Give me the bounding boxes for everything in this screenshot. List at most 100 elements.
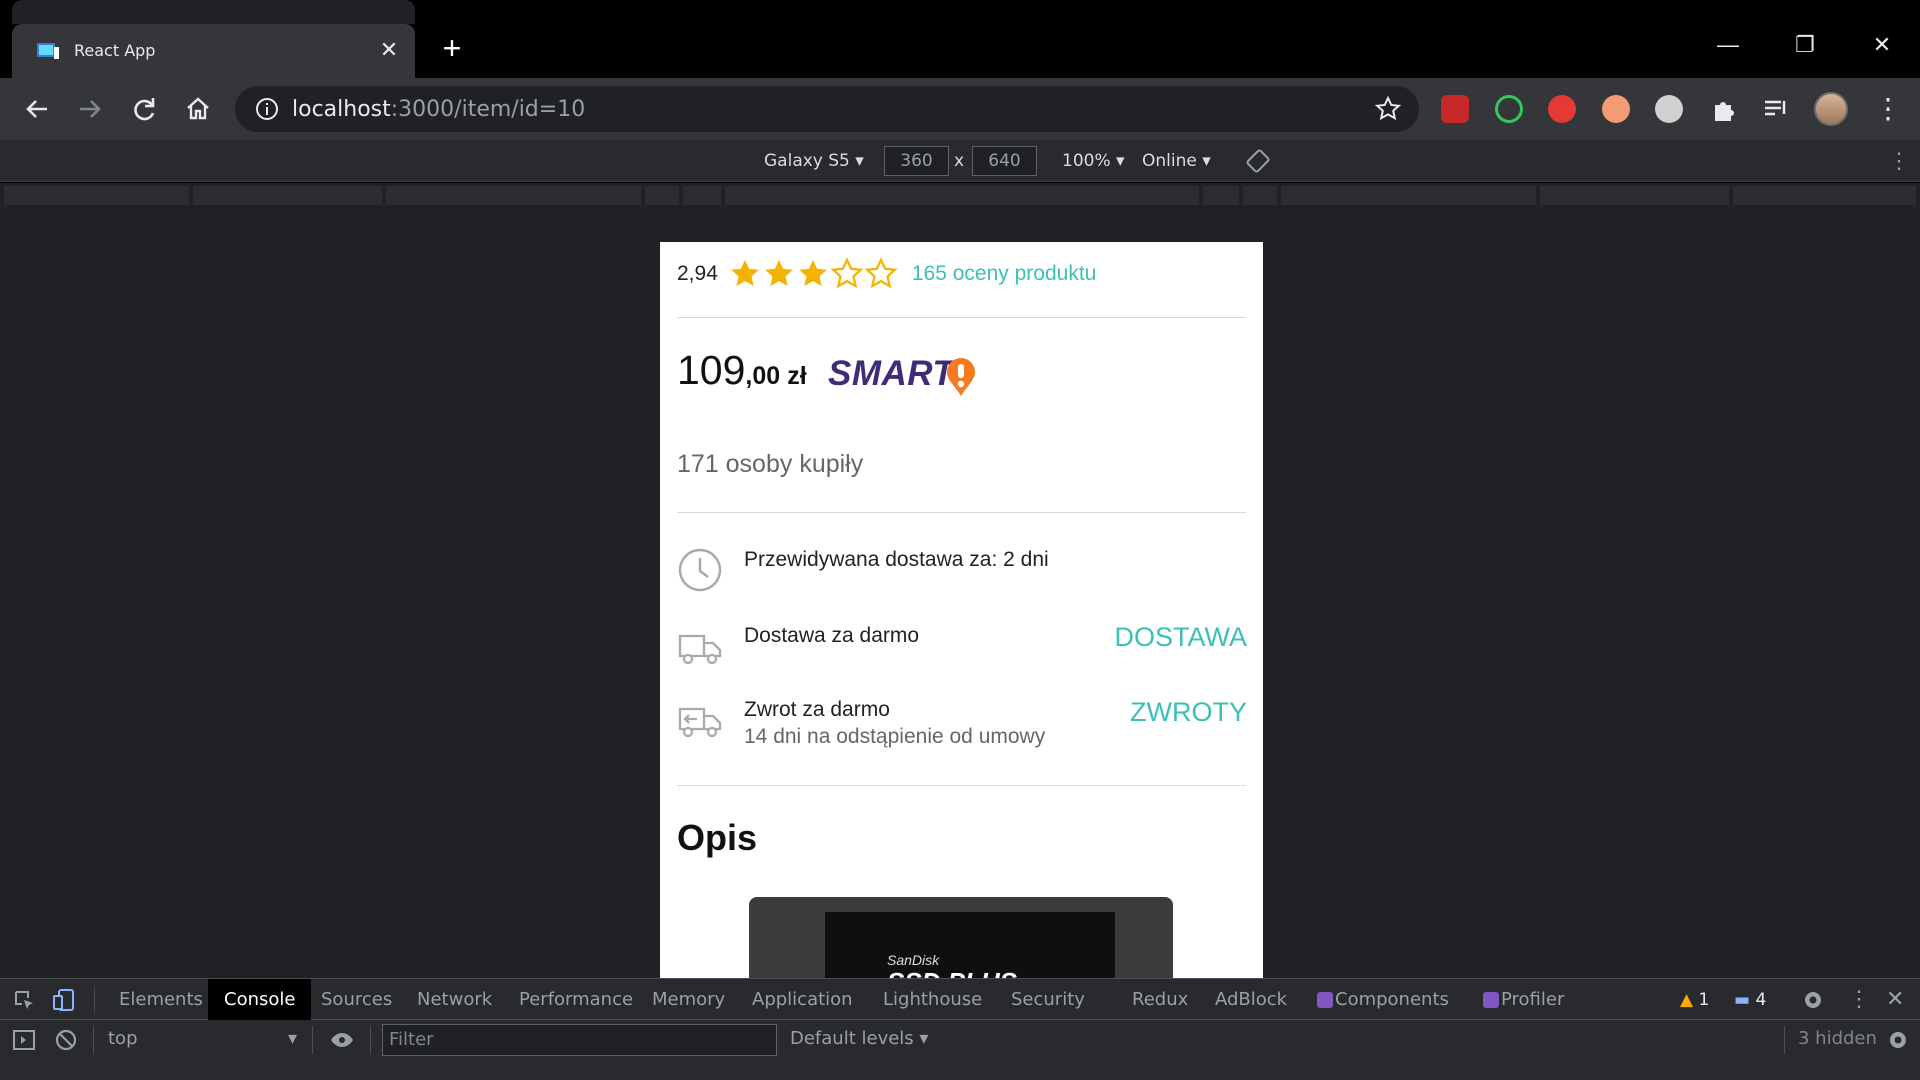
clear-console-icon[interactable] (54, 1028, 78, 1052)
zoom-select[interactable]: 100% ▾ (1062, 151, 1125, 171)
media-query-segment[interactable] (193, 186, 382, 205)
delivery-link[interactable]: DOSTAWA (1115, 622, 1248, 653)
divider (677, 317, 1246, 318)
home-icon[interactable] (182, 93, 214, 125)
media-query-segment[interactable] (645, 186, 679, 205)
address-bar[interactable]: localhost:3000/item/id=10 (235, 86, 1419, 132)
media-query-segment[interactable] (1243, 186, 1277, 205)
wordpress-extension-icon[interactable] (1655, 95, 1683, 123)
devtools-tab-security[interactable]: Security (995, 979, 1101, 1020)
media-query-segment[interactable] (4, 186, 189, 205)
devtools-tab-console[interactable]: Console (208, 979, 312, 1020)
log-levels-select[interactable]: Default levels ▾ (790, 1028, 928, 1049)
devtools-tab-application[interactable]: Application (736, 979, 869, 1020)
devtools-tabbar: Elements Console Sources Network Performance… (0, 979, 1920, 1020)
divider (677, 785, 1246, 786)
separator (1784, 1026, 1785, 1054)
owl-extension-icon[interactable] (1602, 95, 1630, 123)
devtools-tab-elements[interactable]: Elements (103, 979, 219, 1020)
star-filled-icon (798, 259, 827, 287)
free-delivery-label: Dostawa za darmo (744, 624, 920, 647)
close-window-button[interactable]: ✕ (1862, 30, 1902, 60)
media-query-segment[interactable] (1540, 186, 1729, 205)
viewport-height-input[interactable]: 640 (972, 146, 1037, 176)
sidebar-toggle-icon[interactable] (12, 1028, 36, 1052)
devtools-tab-adblock[interactable]: AdBlock (1199, 979, 1303, 1020)
site-info-icon[interactable] (255, 97, 279, 121)
devtools-tab-network[interactable]: Network (401, 979, 508, 1020)
product-model: SSD PLUS (887, 967, 1017, 978)
returns-link[interactable]: ZWROTY (1130, 697, 1247, 728)
url-text[interactable]: localhost:3000/item/id=10 (292, 97, 585, 122)
delivery-estimate: Przewidywana dostawa za: 2 dni (744, 548, 1049, 571)
separator (312, 1026, 313, 1054)
separator (370, 1026, 371, 1054)
devtools-tab-lighthouse[interactable]: Lighthouse (867, 979, 998, 1020)
devtools-menu-icon[interactable]: ⋮ (1848, 986, 1870, 1012)
device-toolbar: Galaxy S5 ▾ 360 x 640 100% ▾ Online ▾ ⋮ (0, 140, 1920, 182)
media-query-segment[interactable] (683, 186, 721, 205)
devtools-tab-performance[interactable]: Performance (503, 979, 649, 1020)
adblock-extension-icon[interactable] (1548, 95, 1576, 123)
profile-avatar[interactable] (1814, 92, 1848, 126)
inspect-element-icon[interactable] (12, 988, 36, 1012)
green-ring-extension-icon[interactable] (1495, 95, 1523, 123)
ratings-count-link[interactable]: 165 oceny produktu (912, 262, 1096, 286)
rotate-icon[interactable] (1246, 149, 1270, 173)
media-queue-icon[interactable] (1762, 95, 1790, 123)
bookmark-star-icon[interactable] (1375, 96, 1401, 122)
background-tab[interactable] (12, 0, 415, 24)
hidden-count: 3 hidden (1798, 1028, 1877, 1049)
separator (93, 1026, 94, 1054)
star-empty-icon (830, 257, 864, 289)
description-heading: Opis (677, 817, 758, 858)
rating-value: 2,94 (677, 262, 718, 285)
restore-button[interactable]: ❐ (1785, 30, 1825, 60)
media-query-segment[interactable] (725, 186, 1199, 205)
media-query-segment[interactable] (1733, 186, 1916, 205)
media-query-segment[interactable] (1281, 186, 1536, 205)
delivery-truck-icon (678, 634, 722, 665)
product-rating: 2,94 165 oceny produktu (677, 254, 1096, 294)
devtools-tab-memory[interactable]: Memory (636, 979, 741, 1020)
media-query-bar (0, 183, 1920, 210)
price-currency: zł (787, 362, 807, 390)
media-query-segment[interactable] (1203, 186, 1239, 205)
rating-stars (728, 257, 898, 291)
device-select[interactable]: Galaxy S5 ▾ (764, 151, 864, 171)
react-devtools-extension-icon[interactable] (1441, 95, 1469, 123)
console-toolbar: top ▾ Filter Default levels ▾ 3 hidden (0, 1020, 1920, 1060)
active-tab[interactable]: React App ✕ (12, 24, 415, 78)
extensions-puzzle-icon[interactable] (1709, 95, 1737, 123)
message-count[interactable]: ▬ 4 (1734, 988, 1766, 1012)
devtools-tab-sources[interactable]: Sources (305, 979, 408, 1020)
device-toolbar-menu-icon[interactable]: ⋮ (1888, 148, 1910, 174)
free-return-label: Zwrot za darmo (744, 698, 890, 721)
settings-gear-icon[interactable] (1801, 988, 1825, 1012)
react-favicon-icon (37, 43, 59, 59)
reload-icon[interactable] (128, 93, 160, 125)
live-expression-eye-icon[interactable] (330, 1028, 354, 1052)
network-throttle-select[interactable]: Online ▾ (1142, 151, 1211, 171)
minimize-button[interactable]: — (1708, 30, 1748, 60)
context-select[interactable]: top ▾ (108, 1028, 297, 1049)
forward-arrow-icon[interactable] (74, 93, 106, 125)
clock-icon (678, 548, 722, 592)
close-devtools-icon[interactable]: ✕ (1886, 986, 1904, 1012)
new-tab-button[interactable]: + (438, 32, 466, 64)
emulated-viewport: 2,94 165 oceny produktu 109 ,00 zł SMART… (0, 210, 1920, 978)
tab-strip: React App ✕ + — ❐ ✕ (0, 0, 1920, 78)
device-toggle-icon[interactable] (52, 988, 76, 1012)
page-content: 2,94 165 oceny produktu 109 ,00 zł SMART… (660, 242, 1263, 978)
browser-menu-icon[interactable]: ⋮ (1874, 93, 1902, 125)
devtools-tab-redux[interactable]: Redux (1116, 979, 1204, 1020)
warning-count[interactable]: ▲ 1 (1680, 988, 1709, 1012)
console-settings-gear-icon[interactable] (1886, 1028, 1910, 1052)
price-integer: 109 (677, 347, 746, 393)
close-tab-icon[interactable]: ✕ (377, 38, 401, 62)
console-filter-input[interactable]: Filter (382, 1024, 777, 1056)
viewport-width-input[interactable]: 360 (884, 146, 949, 176)
media-query-segment[interactable] (386, 186, 641, 205)
devtools-panel: Elements Console Sources Network Performance… (0, 978, 1920, 1080)
back-arrow-icon[interactable] (21, 93, 53, 125)
